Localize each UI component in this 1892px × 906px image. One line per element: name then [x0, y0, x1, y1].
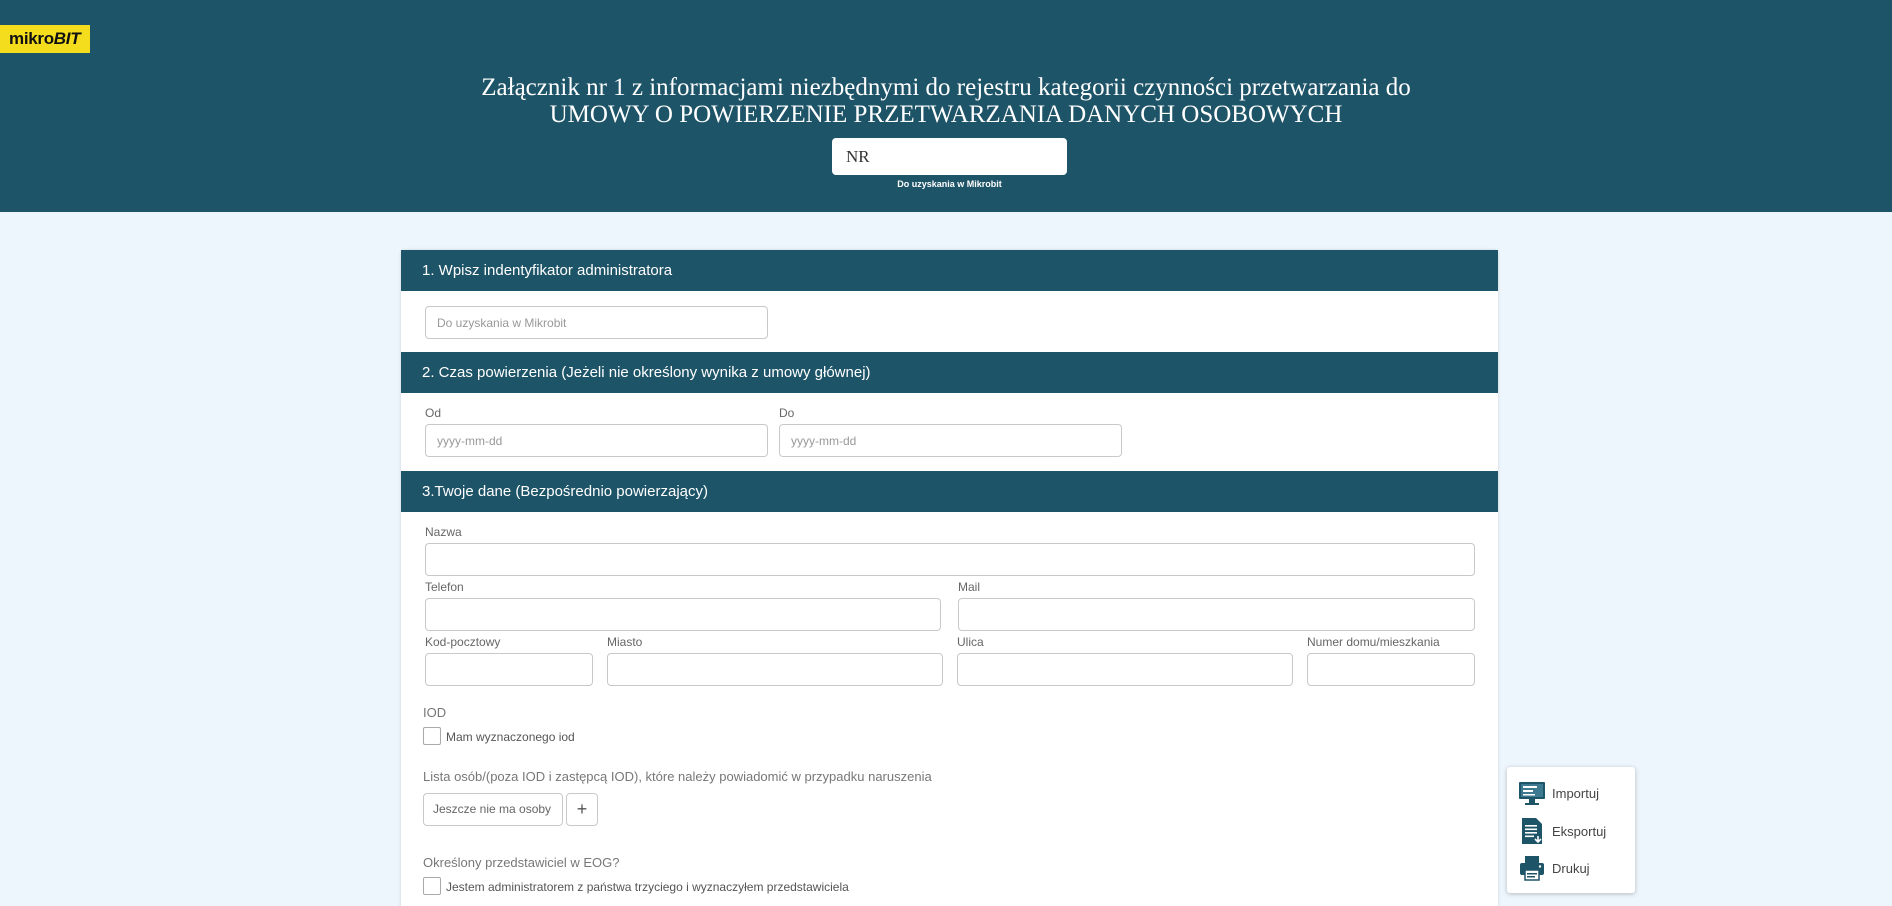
page-header: mikroBIT Załącznik nr 1 z informacjami n…	[0, 0, 1892, 212]
city-label: Miasto	[607, 635, 643, 649]
eog-heading: Określony przedstawiciel w EOG?	[423, 855, 620, 870]
to-date-label: Do	[779, 406, 795, 420]
phone-input[interactable]	[425, 598, 941, 631]
logo-prefix: mikro	[9, 29, 54, 48]
house-number-input[interactable]	[1307, 653, 1475, 686]
iod-checkbox-label: Mam wyznaczonego iod	[446, 730, 575, 744]
export-button[interactable]: Eksportuj	[1518, 816, 1628, 846]
street-input[interactable]	[957, 653, 1293, 686]
section3-header: 3.Twoje dane (Bezpośrednio powierzający)	[401, 471, 1498, 512]
street-label: Ulica	[957, 635, 984, 649]
notify-persons-heading: Lista osób/(poza IOD i zastępcą IOD), kt…	[423, 769, 932, 784]
name-input[interactable]	[425, 543, 1475, 576]
export-label: Eksportuj	[1552, 823, 1607, 839]
page-title-line2: UMOWY O POWIERZENIE PRZETWARZANIA DANYCH…	[549, 101, 1343, 128]
admin-id-input[interactable]	[425, 306, 768, 339]
document-export-icon	[1522, 818, 1542, 844]
to-date-input[interactable]	[779, 424, 1122, 457]
eog-checkbox-label: Jestem administratorem z państwa trzycie…	[446, 880, 849, 894]
notify-persons-empty[interactable]: Jeszcze nie ma osoby	[423, 793, 563, 826]
print-label: Drukuj	[1552, 860, 1590, 876]
agreement-number-input[interactable]	[832, 138, 1067, 175]
mikrobit-logo[interactable]: mikroBIT	[0, 25, 90, 53]
monitor-import-icon	[1519, 782, 1545, 805]
from-date-input[interactable]	[425, 424, 768, 457]
printer-icon	[1520, 856, 1544, 881]
logo-suffix: BIT	[53, 29, 81, 48]
name-label: Nazwa	[425, 525, 462, 539]
mail-label: Mail	[958, 580, 981, 594]
mail-input[interactable]	[958, 598, 1475, 631]
section2-header: 2. Czas powierzenia (Jeżeli nie określon…	[401, 352, 1498, 393]
page-title: Załącznik nr 1 z informacjami niezbędnym…	[0, 74, 1892, 128]
postal-code-label: Kod-pocztowy	[425, 635, 501, 649]
city-input[interactable]	[607, 653, 943, 686]
postal-code-input[interactable]	[425, 653, 593, 686]
house-number-label: Numer domu/mieszkania	[1307, 635, 1440, 649]
eog-checkbox[interactable]	[423, 877, 441, 895]
from-date-label: Od	[425, 406, 442, 420]
agreement-number-hint: Do uzyskania w Mikrobit	[897, 179, 1002, 189]
iod-heading: IOD	[423, 705, 447, 720]
page-title-line1: Załącznik nr 1 z informacjami niezbędnym…	[481, 74, 1411, 101]
side-actions-panel: Importuj Eksportuj Drukuj	[1507, 767, 1635, 893]
iod-checkbox[interactable]	[423, 727, 441, 745]
section1-header: 1. Wpisz indentyfikator administratora	[401, 250, 1498, 291]
form-card: 1. Wpisz indentyfikator administratora 2…	[401, 250, 1498, 906]
phone-label: Telefon	[425, 580, 464, 594]
add-person-button[interactable]: +	[566, 793, 598, 826]
import-label: Importuj	[1552, 785, 1599, 801]
print-button[interactable]: Drukuj	[1518, 853, 1628, 883]
import-button[interactable]: Importuj	[1518, 778, 1628, 808]
